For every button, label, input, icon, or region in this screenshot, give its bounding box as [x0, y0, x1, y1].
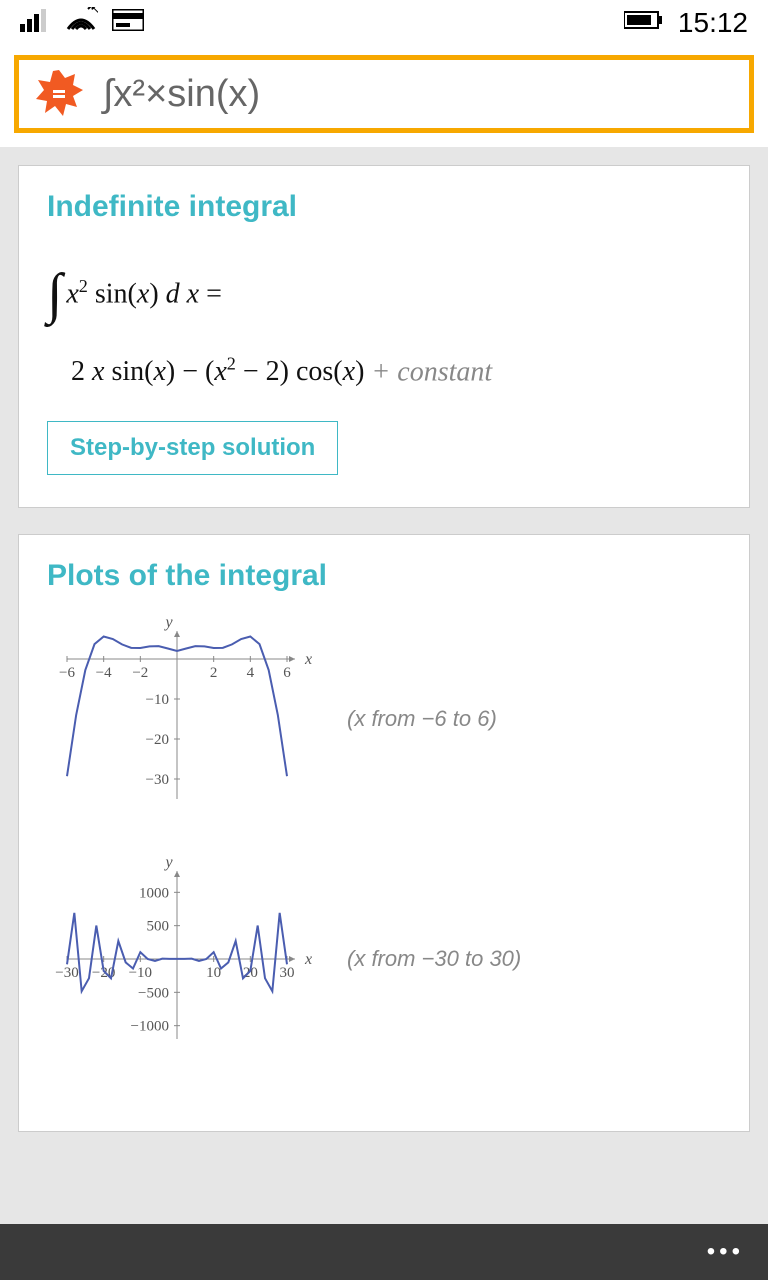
plots-card: Plots of the integral −6 −4 −2 2 4 6 −10 −20 −30…	[18, 534, 750, 1132]
integral-expression: ∫ x2 sin(x) d x = 2 x sin(x) − (x2 − 2) …	[47, 250, 721, 395]
svg-text:−10: −10	[146, 692, 169, 708]
svg-text:−30: −30	[146, 772, 169, 788]
svg-text:−20: −20	[146, 732, 169, 748]
svg-text:−500: −500	[138, 985, 169, 1001]
wolfram-logo-icon	[33, 68, 85, 120]
svg-text:x: x	[304, 651, 312, 668]
clock: 15:12	[678, 7, 748, 39]
battery-icon	[624, 10, 664, 35]
plot-2: −30−20−10102030−1000−5005001000xy (x fro…	[47, 859, 721, 1059]
svg-text:4: 4	[247, 665, 255, 681]
search-query: ∫x²×sin(x)	[103, 73, 260, 116]
svg-text:↖: ↖	[90, 7, 98, 16]
nav-bar[interactable]: •••	[0, 1224, 768, 1280]
integral-title: Indefinite integral	[47, 190, 721, 224]
integral-card: Indefinite integral ∫ x2 sin(x) d x = 2 …	[18, 165, 750, 508]
plot-2-chart: −30−20−10102030−1000−5005001000xy	[47, 859, 317, 1059]
plots-title: Plots of the integral	[47, 559, 721, 593]
svg-text:y: y	[163, 619, 173, 631]
svg-text:−6: −6	[59, 665, 75, 681]
plot-1-label: (x from −6 to 6)	[347, 706, 497, 732]
svg-text:10: 10	[206, 965, 221, 981]
svg-text:y: y	[163, 859, 173, 871]
more-icon[interactable]: •••	[707, 1238, 744, 1266]
svg-text:−30: −30	[55, 965, 78, 981]
search-box[interactable]: ∫x²×sin(x)	[14, 55, 754, 133]
wifi-icon: ↖	[64, 7, 98, 38]
step-by-step-button[interactable]: Step-by-step solution	[47, 421, 338, 475]
plot-2-label: (x from −30 to 30)	[347, 946, 521, 972]
results-area: Indefinite integral ∫ x2 sin(x) d x = 2 …	[0, 147, 768, 1247]
svg-text:500: 500	[147, 918, 170, 934]
signal-icon	[20, 8, 50, 37]
svg-text:2: 2	[210, 665, 218, 681]
svg-text:x: x	[304, 951, 312, 968]
plot-1: −6 −4 −2 2 4 6 −10 −20 −30 x y (x from −6 to 6)	[47, 619, 721, 819]
svg-text:1000: 1000	[139, 885, 169, 901]
svg-text:−1000: −1000	[131, 1018, 169, 1034]
status-bar: ↖ 15:12	[0, 0, 768, 45]
svg-text:−4: −4	[96, 665, 112, 681]
plot-1-chart: −6 −4 −2 2 4 6 −10 −20 −30 x y	[47, 619, 317, 819]
svg-text:30: 30	[280, 965, 295, 981]
svg-text:6: 6	[283, 665, 291, 681]
svg-text:−2: −2	[132, 665, 148, 681]
card-icon	[112, 9, 144, 36]
